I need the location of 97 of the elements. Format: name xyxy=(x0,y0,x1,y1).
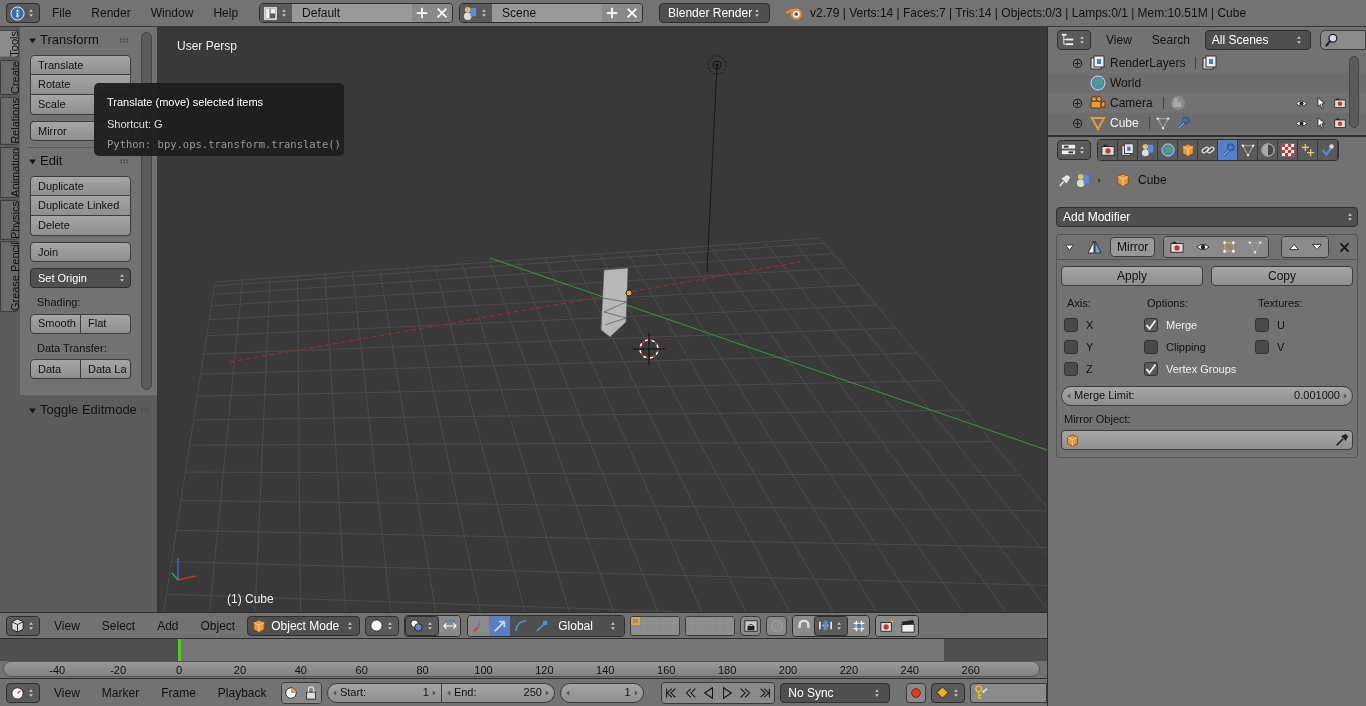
active-object-label: (1) Cube xyxy=(227,591,274,608)
frame-number: 100 xyxy=(474,663,493,678)
scene-filter-dropdown[interactable]: All Scenes xyxy=(1204,29,1312,50)
checkbox-label: U xyxy=(1277,317,1285,333)
frame-number: 160 xyxy=(657,663,676,678)
tool-shelf-tab[interactable]: Tools xyxy=(0,30,19,58)
field-value: 1 xyxy=(623,685,631,701)
panel-title[interactable]: Transform xyxy=(40,30,117,50)
menu-item[interactable]: Window xyxy=(143,3,201,23)
menu-item[interactable]: Render xyxy=(84,3,138,23)
checkbox-label: Clipping xyxy=(1166,339,1206,355)
field-label: Merge Limit: xyxy=(1074,388,1136,404)
outliner-row[interactable]: World xyxy=(1048,73,1366,93)
datablock-selector[interactable]: Default xyxy=(259,3,454,23)
frame-number: 40 xyxy=(294,663,307,678)
tool-button[interactable]: Translate xyxy=(30,55,131,75)
frame-number: -40 xyxy=(49,663,66,678)
sync-dropdown[interactable]: No Sync xyxy=(780,682,890,703)
merge-limit-field[interactable]: Merge Limit: 0.001000 xyxy=(1061,385,1353,406)
section-label: Data Transfer: xyxy=(36,340,108,356)
set-origin-dropdown[interactable]: Set Origin xyxy=(30,268,131,288)
menu-item[interactable]: View xyxy=(47,682,87,703)
tool-button[interactable]: Join xyxy=(30,242,131,262)
context-path-label: Cube xyxy=(1138,172,1167,189)
frame-number: 120 xyxy=(535,663,554,678)
field-value: 250 xyxy=(522,685,542,701)
checkbox-label: X xyxy=(1086,317,1094,333)
frame-number: 20 xyxy=(233,663,246,678)
frame-number: 0 xyxy=(175,663,183,678)
column-heading: Textures: xyxy=(1257,296,1304,311)
tool-button[interactable]: Duplicate Linked xyxy=(30,196,131,216)
menu-item[interactable]: Help xyxy=(206,3,246,23)
menu-item[interactable]: Select xyxy=(94,615,143,636)
name-field[interactable]: Default xyxy=(292,4,413,22)
menu-item[interactable]: View xyxy=(47,615,87,636)
tool-shelf-tab[interactable]: Create xyxy=(0,59,19,95)
checkbox-label: V xyxy=(1277,339,1285,355)
name-field[interactable]: Scene xyxy=(492,4,603,22)
modifier-name-field[interactable]: Mirror xyxy=(1110,237,1156,257)
view-name-label: User Persp xyxy=(177,38,238,55)
tool-button[interactable]: Delete xyxy=(30,216,131,236)
section-label: Shading: xyxy=(36,295,82,310)
menu-item[interactable]: Frame xyxy=(154,682,203,703)
field-label: Start: xyxy=(339,685,367,701)
tool-shelf-tab[interactable]: Grease Pencil xyxy=(0,241,19,313)
end-frame-field[interactable]: End: 250 xyxy=(441,682,555,703)
menu-item[interactable]: View xyxy=(1099,29,1139,50)
frame-number: 220 xyxy=(839,663,859,678)
current-frame-field[interactable]: 1 xyxy=(559,682,644,703)
outliner-item[interactable]: RenderLayers xyxy=(1110,54,1186,72)
outliner-item[interactable]: Cube xyxy=(1110,114,1139,132)
menu-item[interactable]: Playback xyxy=(210,682,274,703)
tool-shelf-tab[interactable]: Animation xyxy=(0,146,19,198)
tool-shelf-tab[interactable]: Physics xyxy=(0,199,19,240)
tool-button[interactable]: Duplicate xyxy=(30,176,131,196)
manipulator-controls[interactable]: Global xyxy=(467,614,626,637)
copy-button[interactable]: Copy xyxy=(1211,266,1353,286)
outliner-row[interactable]: Cube xyxy=(1048,113,1366,133)
frame-number: -20 xyxy=(110,663,127,678)
add-modifier-dropdown[interactable]: Add Modifier xyxy=(1056,207,1358,227)
checkbox-label: Y xyxy=(1086,339,1094,355)
orientation-dropdown[interactable]: Global xyxy=(552,615,625,636)
frame-number: 240 xyxy=(900,663,919,678)
menu-item[interactable]: Marker xyxy=(94,682,147,703)
frame-number: 80 xyxy=(416,663,429,678)
field-label: Mirror Object: xyxy=(1063,411,1132,427)
checkbox-label: Vertex Groups xyxy=(1166,361,1237,377)
tool-button[interactable]: Data xyxy=(30,359,81,379)
frame-number: 260 xyxy=(961,663,980,678)
column-heading: Axis: xyxy=(1066,296,1092,311)
menu-item[interactable]: File xyxy=(45,3,79,23)
apply-button[interactable]: Apply xyxy=(1061,266,1203,286)
checkbox-label: Merge xyxy=(1166,317,1198,333)
frame-number: 180 xyxy=(717,663,737,678)
checkbox-label: Z xyxy=(1086,361,1093,377)
field-value: 0.001000 xyxy=(1294,388,1340,404)
field-label: End: xyxy=(453,685,477,701)
menu-item[interactable]: Search xyxy=(1144,29,1197,50)
tool-button[interactable]: Smooth xyxy=(30,313,81,334)
tool-shelf-tab[interactable]: Relations xyxy=(0,96,19,145)
start-frame-field[interactable]: Start: 1 xyxy=(326,682,442,703)
menu-item[interactable]: Add xyxy=(150,615,186,636)
scene-statistics: v2.79 | Verts:14 | Faces:7 | Tris:14 | Objects:0/3 | Lamps:0/1 | Mem:10.51M | Cube xyxy=(810,5,1247,22)
column-heading: Options: xyxy=(1146,296,1189,311)
panel-title[interactable]: Edit xyxy=(40,151,117,171)
outliner-item[interactable]: World xyxy=(1110,74,1142,92)
field-value: 1 xyxy=(421,685,429,701)
render-engine-dropdown[interactable]: Blender Render xyxy=(659,3,771,23)
frame-number: 60 xyxy=(355,663,368,678)
tool-button[interactable]: Data La xyxy=(81,359,131,379)
frame-number: 200 xyxy=(778,663,798,678)
outliner-item[interactable]: Camera xyxy=(1110,94,1153,112)
datablock-selector[interactable]: Scene xyxy=(459,3,644,23)
menu-item[interactable]: Object xyxy=(193,615,243,636)
tool-button[interactable]: Flat xyxy=(81,313,131,334)
mode-dropdown[interactable]: Object Mode xyxy=(247,615,361,636)
frame-number: 140 xyxy=(596,663,615,678)
